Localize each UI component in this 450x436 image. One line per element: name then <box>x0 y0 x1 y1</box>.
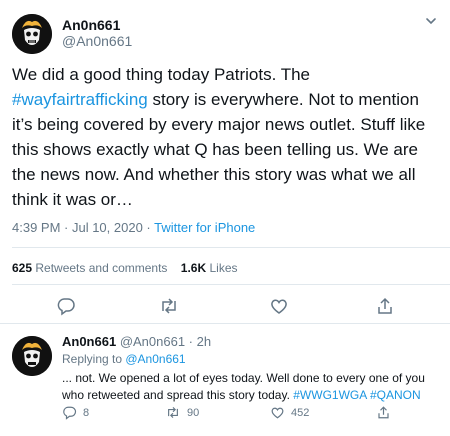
reply-share-button[interactable] <box>376 405 391 420</box>
reply-display-name[interactable]: An0n661 <box>62 334 116 349</box>
divider <box>0 323 450 324</box>
replying-handle-link[interactable]: @An0n661 <box>125 352 185 366</box>
share-icon <box>378 406 389 419</box>
tweet-actions <box>0 296 450 318</box>
reply-icon[interactable] <box>56 296 76 321</box>
likes-stat[interactable]: 1.6K Likes <box>181 261 238 275</box>
reply-retweet-button[interactable]: 90 <box>165 405 199 420</box>
likes-label: Likes <box>206 261 238 275</box>
likes-count: 1.6K <box>180 261 207 275</box>
reply-icon <box>63 406 77 420</box>
reply-reply-button[interactable]: 8 <box>62 405 89 420</box>
reply-actions: 8 90 452 <box>62 405 442 423</box>
punisher-skull-avatar-icon <box>12 336 52 376</box>
retweet-icon <box>168 406 178 419</box>
like-count: 452 <box>291 406 310 419</box>
like-icon <box>271 407 284 419</box>
tweet-text-part: We did a good thing today Patriots. The <box>12 65 311 84</box>
reply-text: ... not. We opened a lot of eyes today. … <box>62 370 442 404</box>
retweet-icon[interactable] <box>158 296 180 321</box>
avatar[interactable] <box>12 336 52 376</box>
tweet-meta: 4:39 PM · Jul 10, 2020 · Twitter for iPh… <box>12 220 255 235</box>
reply-like-button[interactable]: 452 <box>270 405 309 420</box>
reply-handle-time[interactable]: @An0n661 · 2h <box>116 334 211 349</box>
replying-to: Replying to @An0n661 <box>62 352 186 366</box>
avatar[interactable] <box>12 14 52 54</box>
display-name[interactable]: An0n661 <box>62 17 120 33</box>
hashtag-link[interactable]: #QANON <box>370 388 421 402</box>
like-icon[interactable] <box>269 296 289 321</box>
chevron-down-icon[interactable] <box>424 14 438 33</box>
retweets-stat[interactable]: 625 Retweets and comments <box>12 261 167 275</box>
hashtag-link[interactable]: #WWG1WGA <box>293 388 366 402</box>
reply-header: An0n661 @An0n661 · 2h <box>62 334 211 349</box>
hashtag-link[interactable]: #wayfairtrafficking <box>12 90 148 109</box>
punisher-skull-avatar-icon <box>12 14 52 54</box>
retweets-label: Retweets and comments <box>32 261 168 275</box>
tweet-source-link[interactable]: Twitter for iPhone <box>154 220 255 235</box>
tweet-timestamp[interactable]: 4:39 PM · Jul 10, 2020 · <box>12 220 154 235</box>
reply-count: 8 <box>83 406 90 419</box>
tweet-stats: 625 Retweets and comments 1.6K Likes <box>12 261 238 275</box>
tweet-text: We did a good thing today Patriots. The … <box>12 62 438 212</box>
user-handle[interactable]: @An0n661 <box>62 33 132 49</box>
retweets-count: 625 <box>12 261 33 275</box>
share-icon[interactable] <box>375 296 395 321</box>
retweet-count: 90 <box>187 406 200 419</box>
divider <box>12 284 450 285</box>
replying-prefix: Replying to <box>62 352 126 366</box>
divider <box>12 247 450 248</box>
